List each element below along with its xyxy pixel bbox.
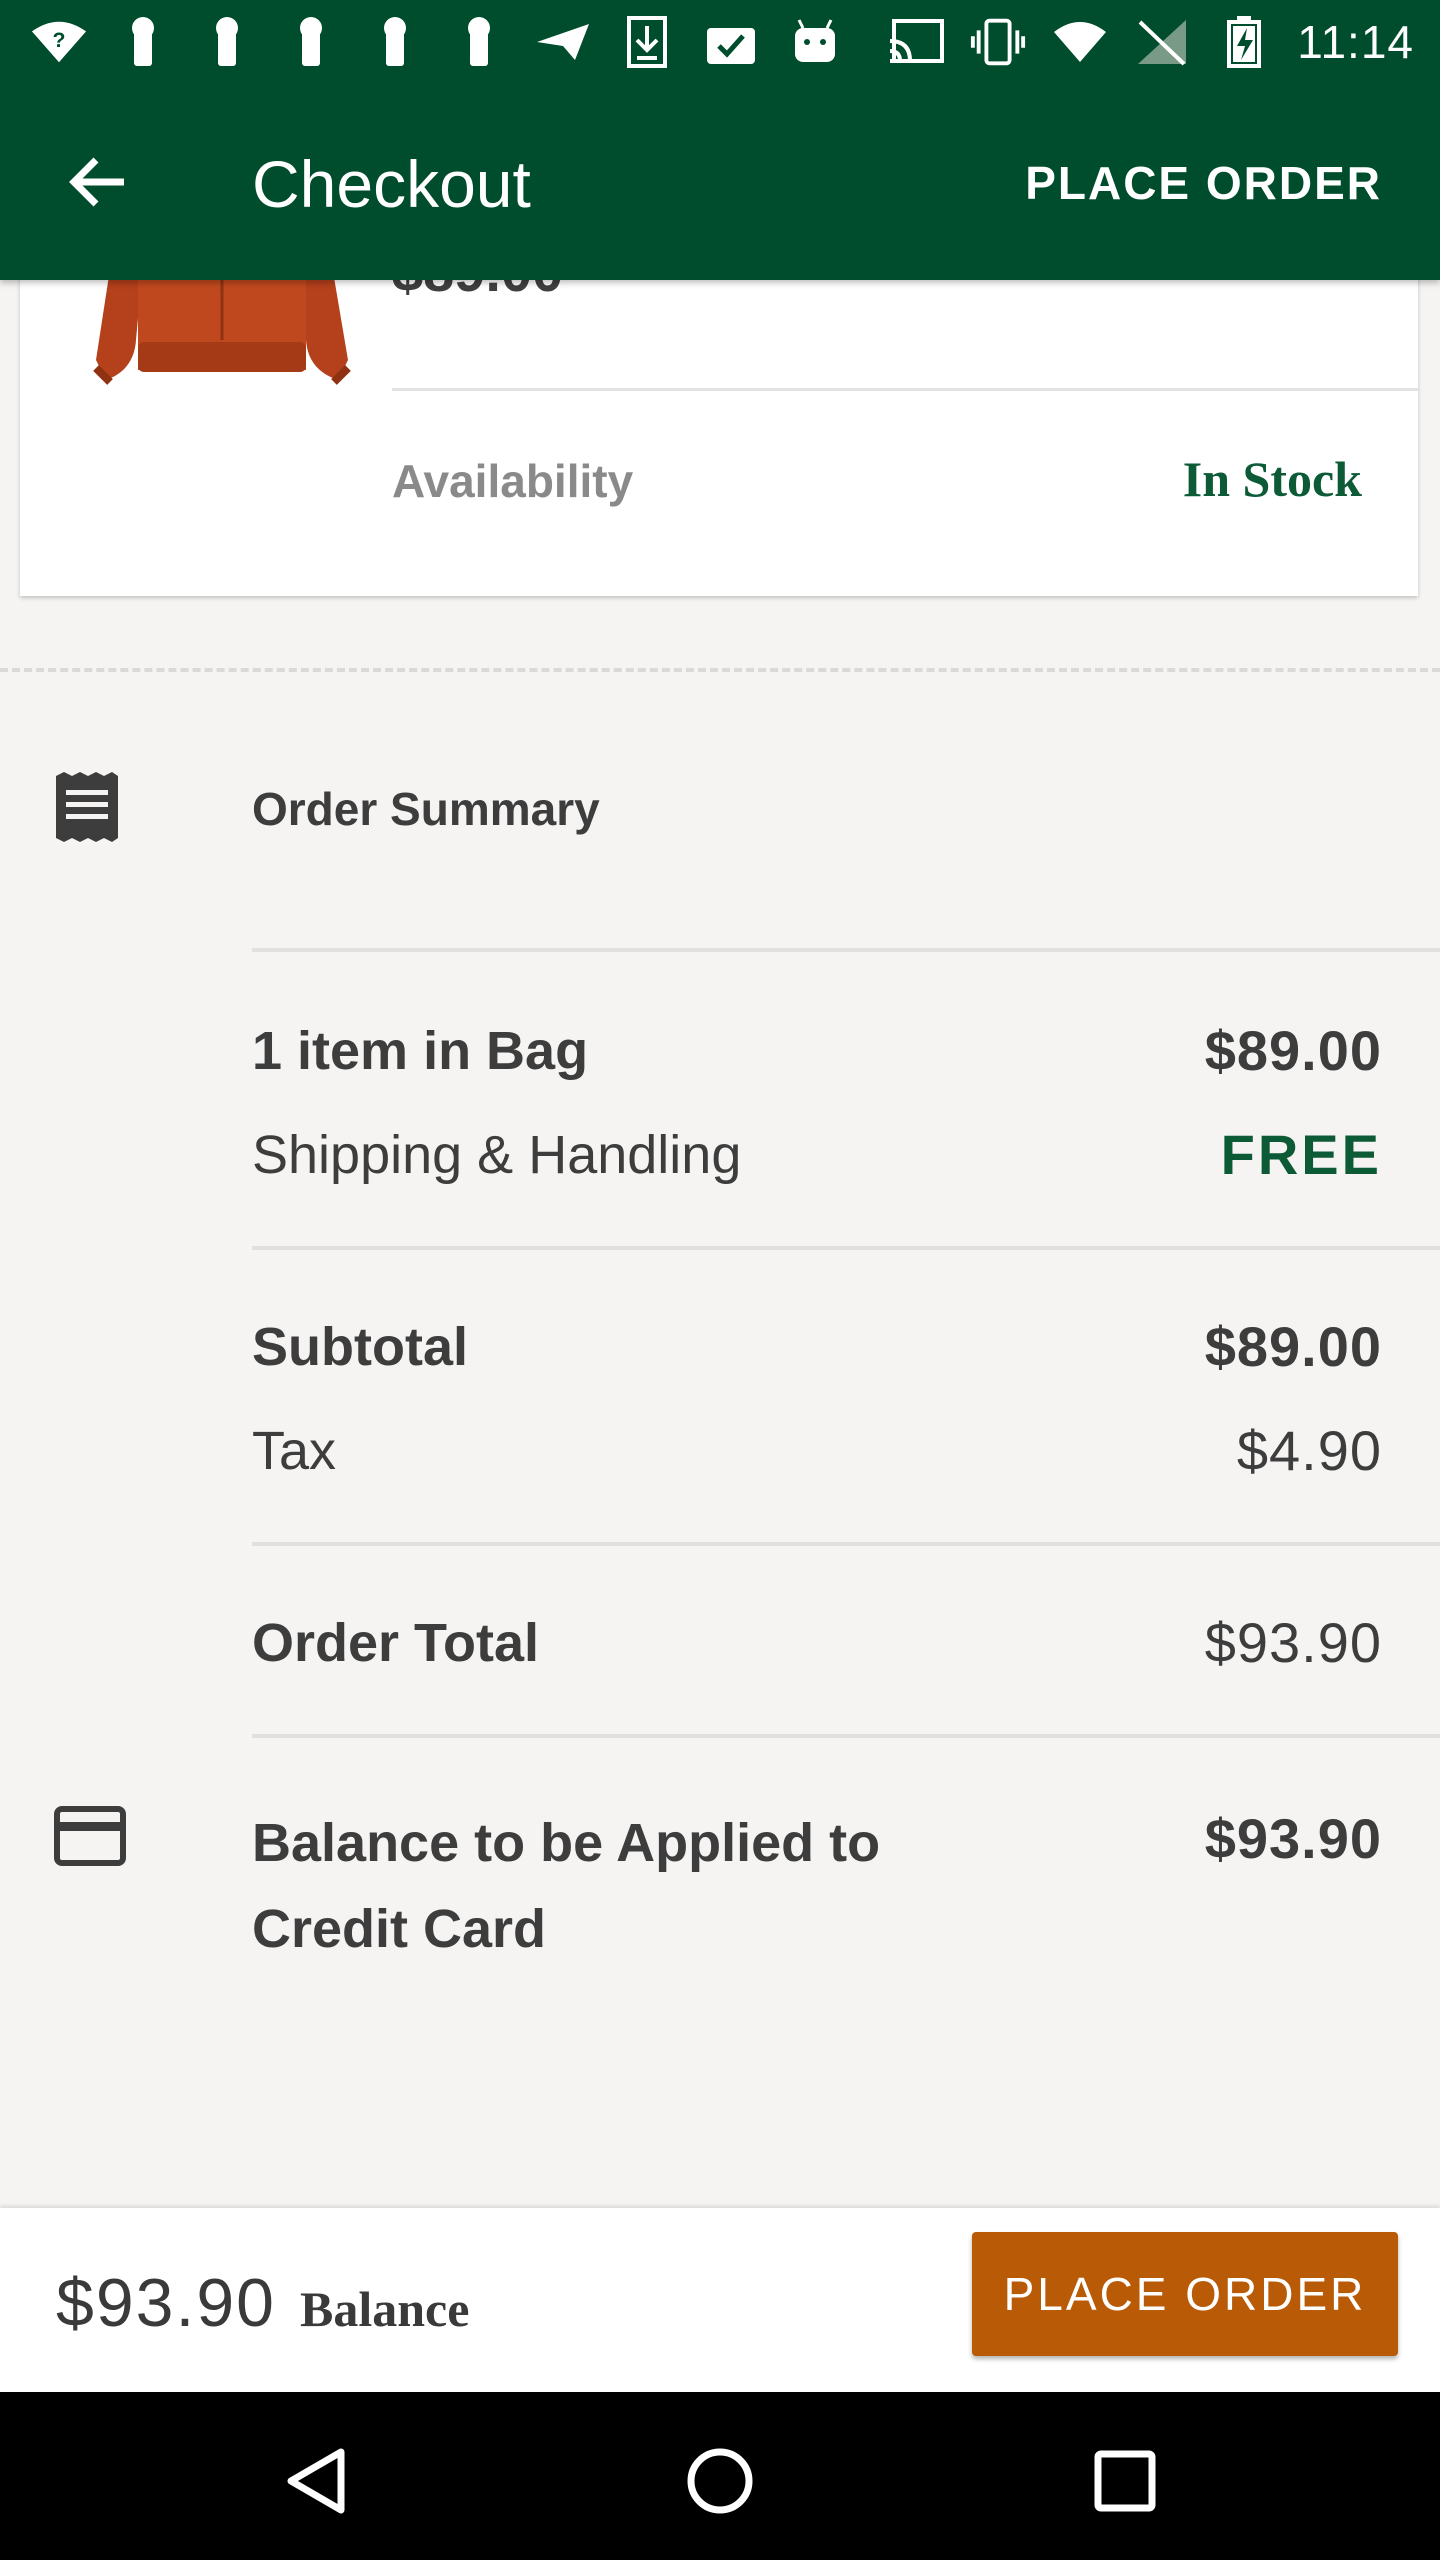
circle-home-icon [687, 2448, 753, 2514]
checklist-icon [702, 14, 760, 70]
place-order-toolbar-button[interactable]: PLACE ORDER [1025, 156, 1382, 210]
place-order-button[interactable]: PLACE ORDER [972, 2232, 1398, 2356]
balance-applied-value: $93.90 [1204, 1807, 1382, 1870]
order-total-value: $93.90 [1204, 1611, 1382, 1674]
download-icon [618, 14, 676, 70]
keyhole-icon [366, 14, 424, 70]
tax-value: $4.90 [1236, 1419, 1382, 1482]
arrow-back-icon [69, 157, 124, 207]
keyhole-icon [282, 14, 340, 70]
balance-label: Balance [300, 2281, 470, 2337]
balance-amount: $93.90 [56, 2265, 276, 2341]
divider [252, 1542, 1440, 1546]
keyhole-icon [450, 14, 508, 70]
keyhole-icon [114, 14, 172, 70]
balance-applied-label: Balance to be Applied to Credit Card [252, 1813, 881, 1959]
app-bar: Checkout PLACE ORDER [0, 84, 1440, 280]
triangle-back-icon [287, 2448, 345, 2514]
status-bar: ? 11:14 [0, 0, 1440, 84]
nav-recents-button[interactable] [1080, 2436, 1170, 2526]
back-button[interactable] [50, 134, 146, 230]
tax-label: Tax [252, 1421, 337, 1481]
items-in-bag-value: $89.00 [1204, 1019, 1382, 1082]
svg-text:?: ? [53, 28, 66, 52]
order-summary-title: Order Summary [252, 783, 600, 835]
page-title: Checkout [252, 147, 531, 221]
credit-card-icon [54, 1806, 126, 1866]
subtotal-label: Subtotal [252, 1317, 468, 1377]
vibrate-icon [969, 14, 1027, 70]
product-card[interactable]: $89.00 Availability In Stock [20, 230, 1418, 596]
availability-status: In Stock [1182, 451, 1362, 507]
items-in-bag-label: 1 item in Bag [252, 1021, 589, 1081]
subtotal-value: $89.00 [1204, 1315, 1382, 1378]
shipping-label: Shipping & Handling [252, 1125, 742, 1185]
section-divider [0, 668, 1440, 672]
shipping-value: FREE [1220, 1123, 1382, 1186]
divider [252, 1246, 1440, 1250]
order-total-label: Order Total [252, 1613, 540, 1673]
receipt-icon [54, 772, 120, 842]
wifi-question-icon: ? [30, 14, 88, 70]
status-time: 11:14 [1297, 16, 1414, 68]
no-signal-icon [1133, 14, 1191, 70]
android-icon [786, 14, 844, 70]
divider [252, 1734, 1440, 1738]
availability-label: Availability [392, 455, 634, 507]
battery-charging-icon [1215, 14, 1273, 70]
system-nav-bar [0, 2392, 1440, 2560]
nav-back-button[interactable] [270, 2436, 360, 2526]
checkout-bottom-bar: $93.90 Balance PLACE ORDER [0, 2208, 1440, 2392]
cast-icon [887, 14, 945, 70]
square-recents-icon [1094, 2450, 1156, 2512]
divider [392, 388, 1418, 391]
keyhole-icon [198, 14, 256, 70]
send-icon [534, 14, 592, 70]
divider [252, 948, 1440, 952]
nav-home-button[interactable] [675, 2436, 765, 2526]
wifi-icon [1051, 14, 1109, 70]
